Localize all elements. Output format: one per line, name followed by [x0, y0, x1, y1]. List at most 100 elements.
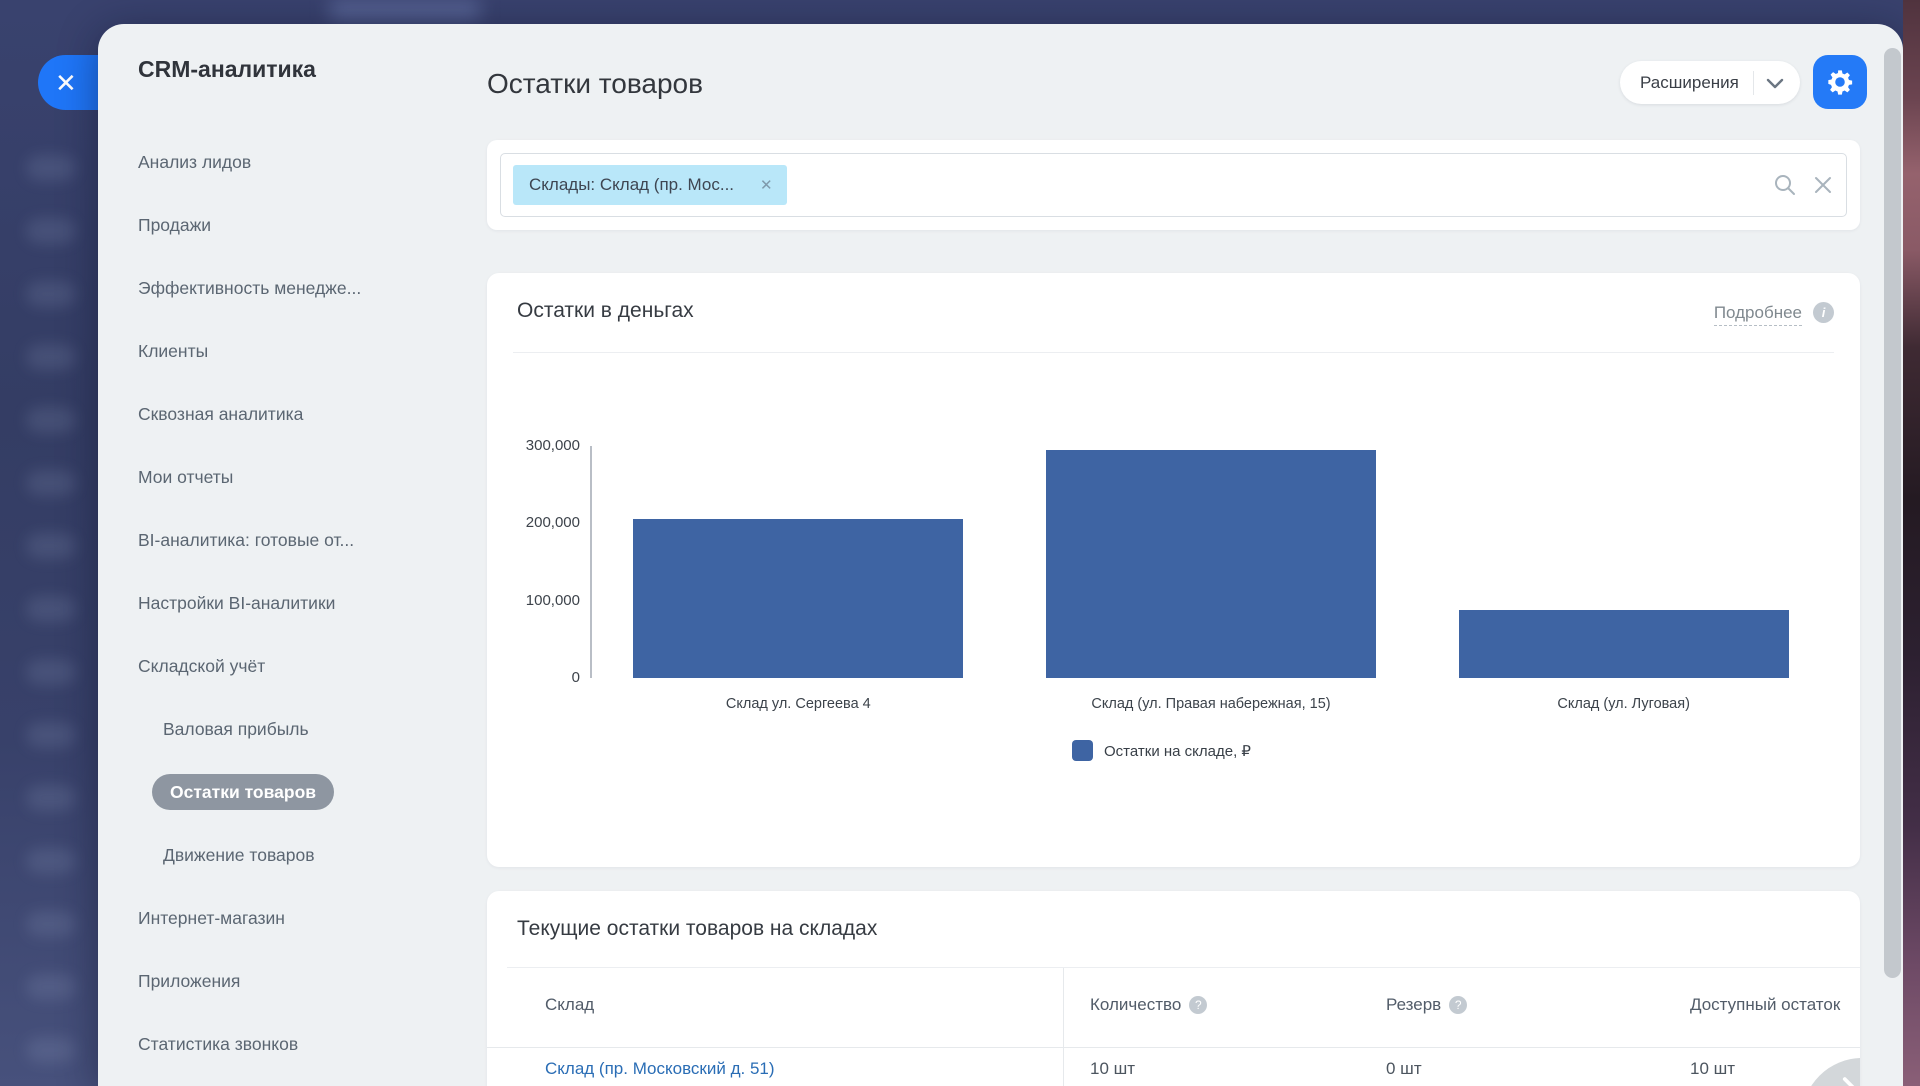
sidebar-item-1[interactable]: Продажи	[138, 215, 468, 236]
card-divider	[507, 967, 1860, 968]
floating-action-button[interactable]	[1802, 1058, 1860, 1086]
sidebar-item-label: Складской учёт	[138, 656, 265, 676]
sidebar-item-label: Клиенты	[138, 341, 208, 361]
help-icon[interactable]: ?	[1449, 996, 1467, 1014]
column-header-label: Доступный остаток	[1690, 995, 1840, 1015]
sidebar-item-label: BI-аналитика: готовые от...	[138, 530, 354, 550]
bar-0[interactable]	[633, 519, 963, 678]
sidebar-item-7[interactable]: Настройки BI-аналитики	[138, 593, 468, 614]
chevron-right-icon	[1832, 1072, 1860, 1086]
sidebar-item-0[interactable]: Анализ лидов	[138, 152, 468, 173]
backdrop-blob	[26, 1037, 76, 1063]
crm-analytics-panel: CRM-аналитика Анализ лидов Продажи Эффекти…	[98, 24, 1903, 1086]
backdrop-glow	[330, 0, 480, 20]
bar-group: Склад (ул. Правая набережная, 15)	[1005, 446, 1418, 678]
sidebar-item-label: Приложения	[138, 971, 240, 991]
bar-group: Склад (ул. Луговая)	[1417, 446, 1830, 678]
sidebar-title: CRM-аналитика	[138, 56, 316, 83]
bar-group: Склад ул. Сергеева 4	[592, 446, 1005, 678]
money-card-title: Остатки в деньгах	[517, 299, 694, 323]
chevron-down-icon[interactable]	[1766, 77, 1784, 89]
table-card-title: Текущие остатки товаров на складах	[517, 917, 877, 941]
y-tick-label: 100,000	[490, 592, 580, 609]
sidebar-item-12[interactable]: Интернет-магазин	[138, 908, 468, 929]
table-column-separator	[1063, 968, 1064, 1086]
gear-icon	[1826, 68, 1854, 96]
help-icon[interactable]: ?	[1189, 996, 1207, 1014]
column-header-label: Резерв	[1386, 995, 1441, 1015]
column-header-1: Количество?	[1090, 995, 1207, 1015]
sidebar-item-label: Анализ лидов	[138, 152, 251, 172]
column-header-2: Резерв?	[1386, 995, 1467, 1015]
bar-2[interactable]	[1459, 610, 1789, 678]
current-stock-table-card: Текущие остатки товаров на складах Склад…	[487, 891, 1860, 1086]
sidebar-item-label: Эффективность менедже...	[138, 278, 361, 298]
sidebar-nav: Анализ лидов Продажи Эффективность менедже…	[138, 152, 468, 1055]
sidebar-item-label: Остатки товаров	[152, 774, 334, 810]
column-header-0: Склад	[545, 995, 594, 1015]
backdrop-blob	[26, 911, 76, 937]
backdrop-blob	[26, 974, 76, 1000]
cell-available: 10 шт	[1690, 1059, 1735, 1079]
extensions-button[interactable]: Расширения	[1620, 61, 1800, 104]
bar-category-label: Склад ул. Сергеева 4	[592, 696, 1005, 712]
filter-tag-label: Склады: Склад (пр. Мос...	[529, 175, 734, 195]
legend-swatch	[1072, 740, 1093, 761]
stock-in-money-card: Остатки в деньгах Подробнее i 300,000 200…	[487, 273, 1860, 867]
button-divider	[1753, 71, 1754, 95]
sidebar-item-6[interactable]: BI-аналитика: готовые от...	[138, 530, 468, 551]
sidebar-item-3[interactable]: Клиенты	[138, 341, 468, 362]
backdrop-blob	[26, 659, 76, 685]
backdrop-blob	[26, 722, 76, 748]
cell-reserve: 0 шт	[1386, 1059, 1422, 1079]
card-divider	[513, 352, 1834, 353]
backdrop-blob	[26, 848, 76, 874]
column-header-label: Склад	[545, 995, 594, 1015]
backdrop-blob	[26, 596, 76, 622]
sidebar-item-9[interactable]: Валовая прибыль	[163, 719, 468, 740]
y-tick-label: 0	[490, 669, 580, 686]
sidebar-item-label: Статистика звонков	[138, 1034, 298, 1054]
y-tick-label: 200,000	[490, 514, 580, 531]
screen: ✕ CRM-аналитика Анализ лидов Продажи Эффек…	[0, 0, 1920, 1086]
filter-bar: Склады: Склад (пр. Мос... ✕	[487, 140, 1860, 230]
sidebar-item-2[interactable]: Эффективность менедже...	[138, 278, 468, 299]
panel-scrollbar[interactable]	[1884, 48, 1901, 978]
backdrop-blob	[26, 155, 76, 181]
clear-filter-icon[interactable]	[1812, 174, 1834, 196]
legend-label: Остатки на складе, ₽	[1104, 742, 1251, 760]
sidebar-item-label: Настройки BI-аналитики	[138, 593, 335, 613]
sidebar-item-10[interactable]: Остатки товаров	[163, 782, 468, 803]
settings-button[interactable]	[1813, 55, 1867, 109]
info-icon[interactable]: i	[1813, 302, 1834, 323]
sidebar-item-label: Мои отчеты	[138, 467, 233, 487]
sidebar-item-5[interactable]: Мои отчеты	[138, 467, 468, 488]
bar-category-label: Склад (ул. Луговая)	[1417, 696, 1830, 712]
sidebar-item-14[interactable]: Статистика звонков	[138, 1034, 468, 1055]
details-link[interactable]: Подробнее	[1714, 303, 1802, 326]
filter-tag-warehouse[interactable]: Склады: Склад (пр. Мос... ✕	[513, 165, 787, 205]
bar-category-label: Склад (ул. Правая набережная, 15)	[1005, 696, 1418, 712]
chart-legend: Остатки на складе, ₽	[1072, 740, 1251, 761]
backdrop-blob	[26, 218, 76, 244]
sidebar-item-4[interactable]: Сквозная аналитика	[138, 404, 468, 425]
backdrop-blob	[26, 470, 76, 496]
remove-tag-icon[interactable]: ✕	[760, 176, 773, 194]
extensions-label: Расширения	[1640, 73, 1739, 93]
y-tick-label: 300,000	[490, 437, 580, 454]
sidebar-item-8[interactable]: Складской учёт	[138, 656, 468, 677]
backdrop-blob	[26, 281, 76, 307]
search-icon[interactable]	[1772, 172, 1798, 198]
cell-warehouse[interactable]: Склад (пр. Московский д. 51)	[545, 1059, 775, 1079]
sidebar-item-label: Движение товаров	[163, 845, 315, 865]
close-icon: ✕	[55, 70, 77, 96]
bar-1[interactable]	[1046, 450, 1376, 678]
sidebar-item-13[interactable]: Приложения	[138, 971, 468, 992]
backdrop-blob	[26, 533, 76, 559]
sidebar-item-label: Интернет-магазин	[138, 908, 285, 928]
sidebar-item-11[interactable]: Движение товаров	[163, 845, 468, 866]
backdrop-blob	[26, 407, 76, 433]
filter-search-input[interactable]: Склады: Склад (пр. Мос... ✕	[500, 153, 1847, 217]
backdrop-blob	[26, 344, 76, 370]
sidebar-item-label: Сквозная аналитика	[138, 404, 303, 424]
